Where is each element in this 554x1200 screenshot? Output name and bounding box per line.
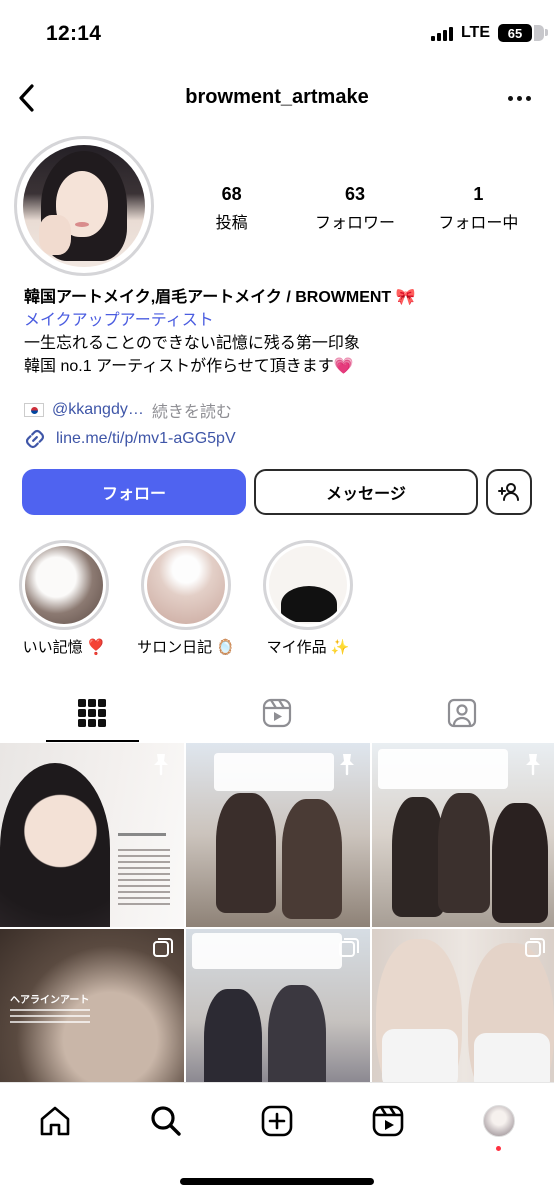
pin-icon [526,754,540,776]
nav-search[interactable] [136,1101,196,1141]
nav-home[interactable] [25,1101,85,1141]
stat-following[interactable]: 1 フォロー中 [417,184,540,233]
network-label: LTE [460,24,490,41]
more-dot-icon [507,95,513,101]
profile-tabs [0,684,554,742]
profile-header: browment_artmake [0,76,554,120]
more-options-button[interactable] [504,86,534,110]
post-overlay-text: ヘアラインアート [10,995,90,1006]
search-icon [151,1106,181,1136]
pin-icon [340,754,354,776]
message-button[interactable]: メッセージ [254,469,478,515]
tab-reels[interactable] [185,684,370,742]
bio-mention-link[interactable]: @kkangdy… [52,401,144,419]
follow-button[interactable]: フォロー [22,469,246,515]
stat-followers[interactable]: 63 フォロワー [293,184,416,233]
tagged-person-icon [447,698,476,728]
highlight-item[interactable]: マイ作品 ✨ [258,540,358,657]
read-more-link[interactable]: 続きを読む [152,398,232,422]
nav-create[interactable] [247,1101,307,1141]
plus-square-icon [261,1105,293,1137]
bio-mention-row: @kkangdy… 続きを読む [24,398,232,422]
home-icon [41,1106,70,1136]
highlight-cover [25,546,103,624]
bio-line-2: 韓国 no.1 アーティストが作らせて頂きます💗 [24,358,354,375]
profile-avatar-icon [482,1105,515,1137]
highlight-label: マイ作品 ✨ [266,639,350,656]
status-time: 12:14 [46,22,102,45]
reels-icon [262,698,292,728]
highlight-cover [269,546,347,624]
suggest-users-button[interactable] [486,469,532,515]
profile-bio: 韓国アートメイク,眉毛アートメイク / BROWMENT 🎀 メイクアップアーテ… [24,286,534,378]
stat-following-label: フォロー中 [438,215,519,232]
signal-icon [430,25,453,41]
story-highlights: いい記憶 ❣️ サロン日記 🪞 マイ作品 ✨ [14,540,358,657]
more-dot-icon [516,95,522,101]
external-link-text: line.me/ti/p/mv1-aGG5pV [56,430,236,447]
reels-icon [372,1105,404,1137]
highlight-item[interactable]: いい記憶 ❣️ [14,540,114,657]
grid-icon [78,699,107,727]
bio-line-1: 一生忘れることのできない記憶に残る第一印象 [24,335,360,352]
stat-followers-count: 63 [344,184,365,204]
external-link[interactable]: line.me/ti/p/mv1-aGG5pV [24,428,236,450]
profile-display-name: 韓国アートメイク,眉毛アートメイク / BROWMENT 🎀 [24,289,416,306]
carousel-icon [525,938,545,957]
profile-avatar[interactable] [14,136,154,276]
stat-following-count: 1 [473,184,484,204]
stat-posts-count: 68 [221,184,242,204]
battery-level: 65 [507,25,523,41]
stat-posts-label: 投稿 [215,215,248,232]
posts-grid: ヘアラインアート [0,743,554,1113]
carousel-icon [339,938,359,957]
home-indicator[interactable] [180,1178,374,1185]
nav-reels[interactable] [358,1101,418,1141]
add-person-icon [498,483,519,501]
post-tile[interactable] [0,743,184,927]
post-tile[interactable] [186,743,370,927]
carousel-icon [153,938,173,957]
tab-posts-grid[interactable] [0,684,185,742]
battery-icon: 65 [498,24,548,42]
nav-profile[interactable] [469,1101,529,1151]
notification-dot [495,1146,501,1151]
highlight-cover [147,546,225,624]
highlight-label: いい記憶 ❣️ [22,639,106,656]
tab-tagged[interactable] [369,684,554,742]
profile-stats: 68 投稿 63 フォロワー 1 フォロー中 [170,184,540,233]
profile-actions: フォロー メッセージ [22,469,534,515]
status-indicators: LTE 65 [430,24,548,42]
highlight-item[interactable]: サロン日記 🪞 [136,540,236,657]
post-tile[interactable] [372,743,554,927]
profile-category[interactable]: メイクアップアーティスト [24,309,534,332]
pin-icon [154,754,168,776]
korea-flag-icon [24,403,44,417]
stat-posts[interactable]: 68 投稿 [170,184,293,233]
status-bar: 12:14 LTE 65 [0,0,554,64]
avatar-image [23,145,145,267]
more-dot-icon [525,95,531,101]
highlight-label: サロン日記 🪞 [137,639,235,656]
link-icon [25,429,45,449]
stat-followers-label: フォロワー [314,215,395,232]
profile-username: browment_artmake [185,86,369,108]
